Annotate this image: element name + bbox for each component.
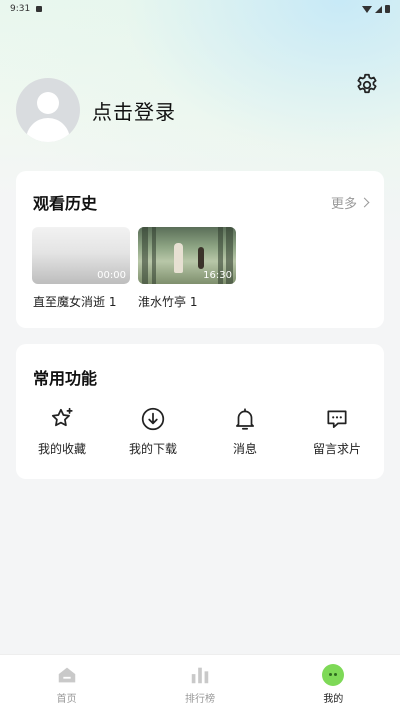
bell-icon — [236, 408, 254, 430]
status-bar: 9:31 — [0, 0, 400, 18]
wifi-icon — [362, 5, 372, 13]
video-duration: 00:00 — [97, 270, 126, 281]
messages-button[interactable]: 消息 — [207, 406, 283, 457]
history-thumbnail[interactable]: 00:00 — [32, 227, 130, 284]
functions-card: 常用功能 我的收藏 我的下载 消息 留言求片 — [16, 344, 384, 479]
notification-icon — [36, 6, 43, 12]
history-card: 观看历史 更多 00:00 16:30 直至魔女消逝 1 淮水竹亭 1 — [16, 171, 384, 328]
star-icon — [51, 407, 73, 427]
history-item-title[interactable]: 直至魔女消逝 1 — [33, 293, 116, 310]
profile-header[interactable]: 点击登录 — [16, 78, 176, 142]
nav-label: 排行榜 — [184, 694, 215, 705]
nav-item-me[interactable]: 我的 — [267, 655, 400, 711]
function-label: 我的下载 — [128, 442, 177, 456]
downloads-button[interactable]: 我的下载 — [115, 406, 191, 457]
more-label: 更多 — [330, 197, 357, 212]
message-icon — [327, 410, 347, 428]
request-video-button[interactable]: 留言求片 — [299, 406, 375, 457]
history-thumbnail[interactable]: 16:30 — [138, 227, 236, 284]
history-more-link[interactable]: 更多 — [330, 193, 370, 212]
chevron-right-icon — [359, 197, 370, 208]
function-label: 消息 — [232, 442, 257, 456]
nav-label: 首页 — [56, 694, 77, 705]
history-item-title[interactable]: 淮水竹亭 1 — [138, 293, 197, 310]
gear-icon[interactable] — [354, 72, 380, 98]
login-label[interactable]: 点击登录 — [92, 96, 176, 125]
bottom-nav: 首页 排行榜 我的 — [0, 654, 400, 711]
figure-shape — [174, 243, 183, 273]
ranking-icon — [191, 667, 209, 684]
download-icon — [141, 407, 165, 431]
nav-item-home[interactable]: 首页 — [0, 655, 133, 711]
functions-title: 常用功能 — [33, 369, 98, 388]
function-label: 留言求片 — [312, 442, 361, 456]
favorites-button[interactable]: 我的收藏 — [24, 406, 100, 457]
nav-item-ranking[interactable]: 排行榜 — [133, 655, 266, 711]
video-duration: 16:30 — [203, 270, 232, 281]
nav-label: 我的 — [323, 694, 344, 705]
history-title: 观看历史 — [33, 194, 98, 213]
battery-icon — [385, 5, 390, 13]
status-time: 9:31 — [10, 4, 31, 14]
signal-icon — [375, 5, 382, 13]
home-icon — [58, 667, 75, 683]
function-label: 我的收藏 — [37, 442, 86, 456]
avatar[interactable] — [16, 78, 80, 142]
me-icon — [322, 664, 345, 686]
figure-shape — [198, 247, 204, 269]
